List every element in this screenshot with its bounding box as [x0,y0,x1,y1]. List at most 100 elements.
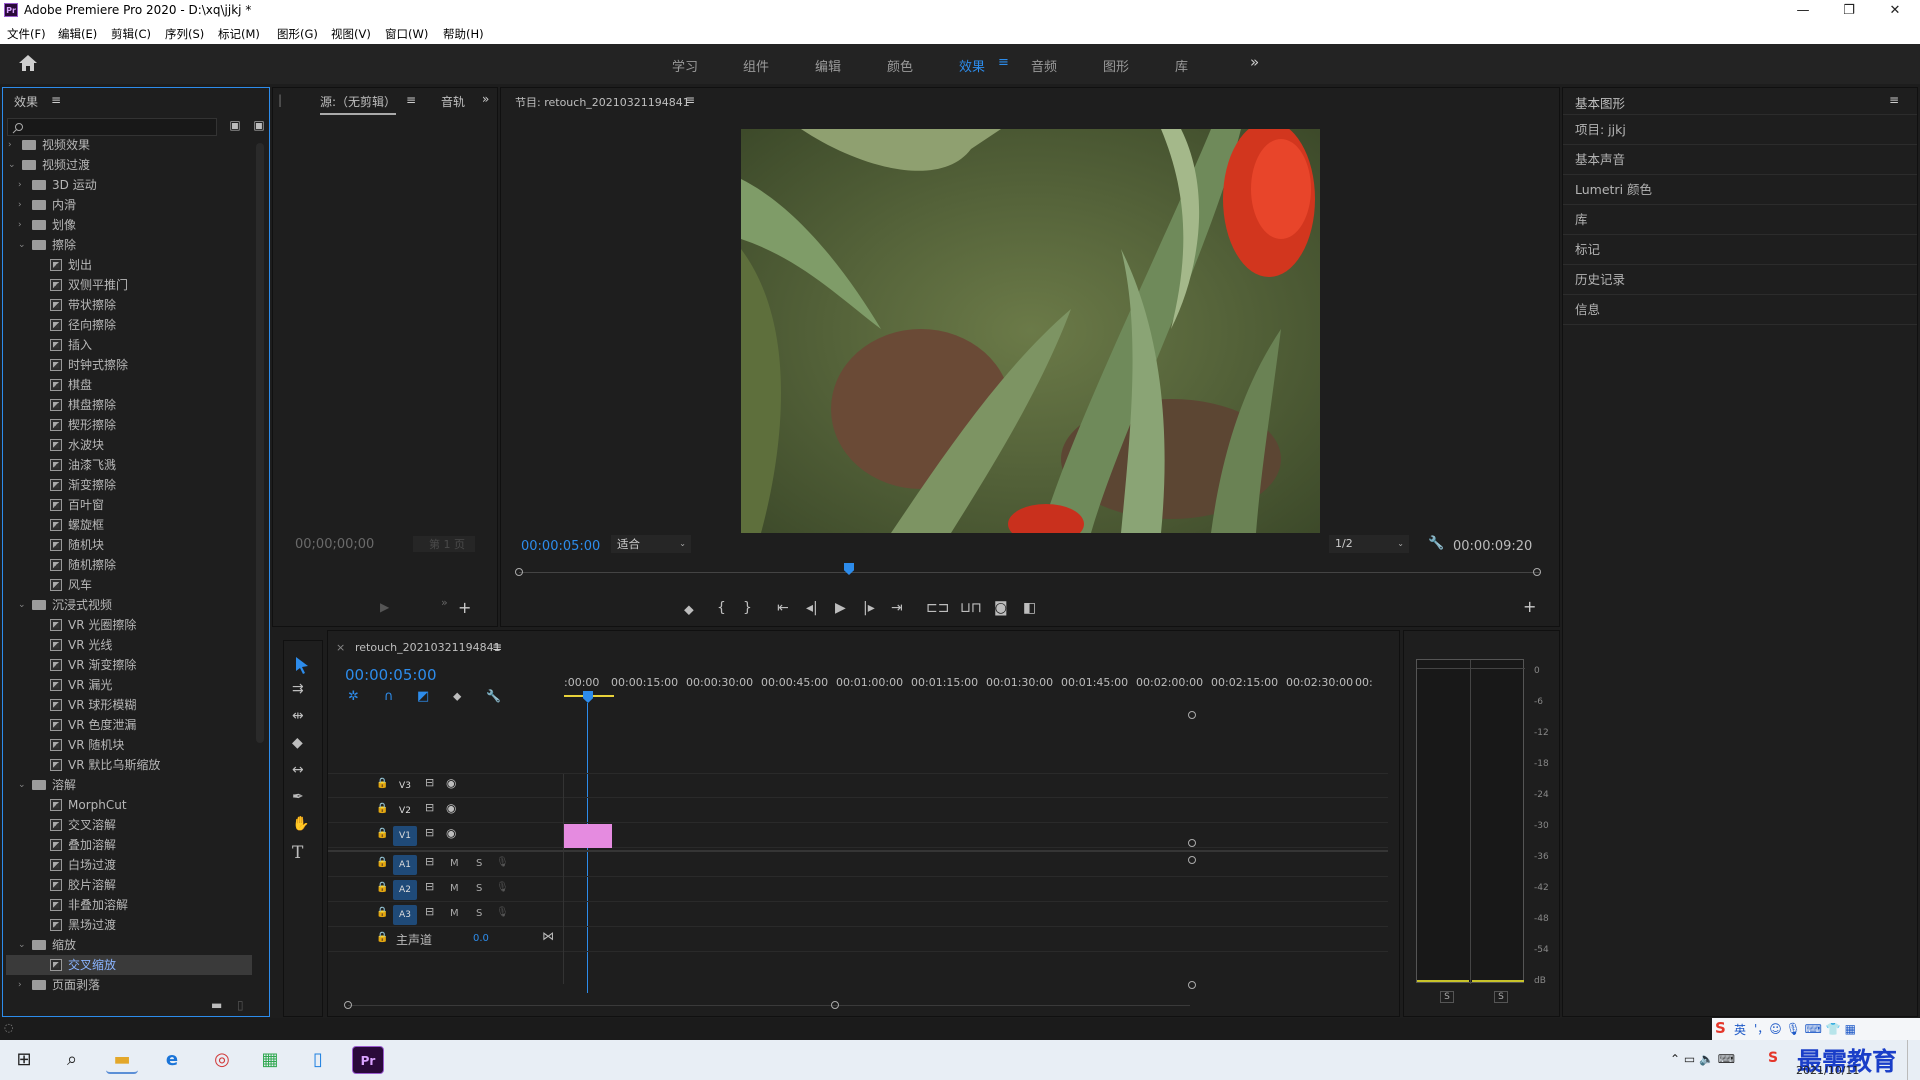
lock-icon[interactable]: 🔒 [376,882,388,893]
vertical-scroll-handle[interactable] [1188,711,1196,719]
more-workspaces-button[interactable]: » [1250,53,1259,71]
add-button-icon[interactable]: + [458,598,471,617]
workspace-menu-icon[interactable]: ≡ [998,55,1009,70]
file-explorer-icon[interactable]: ▬ [106,1046,138,1074]
add-marker-icon[interactable]: ⬥ [453,689,461,704]
tree-folder[interactable]: › 划像 [6,215,252,235]
tree-folder[interactable]: › 3D 运动 [6,175,252,195]
mark-out-icon[interactable]: } [743,600,752,616]
chevron-right-icon[interactable]: › [18,975,28,995]
menu-window[interactable]: 窗口(W) [385,26,428,42]
sogou-tray-icon[interactable]: S [1768,1050,1778,1066]
tree-effect-item[interactable]: VR 默比乌斯缩放 [6,755,252,775]
sync-lock-icon[interactable]: ⊟ [425,855,434,868]
track-label[interactable]: A2 [393,880,417,900]
more-tabs-button[interactable]: » [482,92,489,106]
step-back-icon[interactable]: ◂| [806,600,818,616]
vertical-scroll-handle[interactable] [1188,981,1196,989]
mute-button[interactable]: M [450,908,459,919]
minimize-button[interactable]: — [1780,0,1826,22]
lock-icon[interactable]: 🔒 [376,778,388,789]
add-button-icon[interactable]: + [1523,597,1536,616]
more-controls-icon[interactable]: » [441,596,448,609]
panel-item-info[interactable]: 信息 [1563,295,1917,325]
eye-icon[interactable]: ◉ [446,776,456,790]
panel-item-markers[interactable]: 标记 [1563,235,1917,265]
vertical-scroll-handle[interactable] [1188,856,1196,864]
tree-folder[interactable]: › 内滑 [6,195,252,215]
chevron-down-icon[interactable]: ⌄ [8,155,18,175]
tree-effect-item[interactable]: 螺旋框 [6,515,252,535]
sync-lock-icon[interactable]: ⊟ [425,776,434,789]
lock-icon[interactable]: 🔒 [376,907,388,918]
panel-item-history[interactable]: 历史记录 [1563,265,1917,295]
add-marker-icon[interactable]: ⬥ [684,602,694,618]
source-timecode[interactable]: 00;00;00;00 [295,537,374,552]
panel-item-libraries[interactable]: 库 [1563,205,1917,235]
workspace-tab[interactable]: 学习 [672,56,698,75]
tab-audio-track-mixer[interactable]: 音轨 [441,93,465,110]
chevron-down-icon[interactable]: ⌄ [18,775,28,795]
panel-menu-icon[interactable]: ≡ [51,93,61,107]
step-forward-icon[interactable]: |▸ [863,600,875,616]
master-volume[interactable]: 0.0 [473,933,489,944]
tree-effect-item[interactable]: 棋盘 [6,375,252,395]
workspace-tab[interactable]: 图形 [1103,56,1129,75]
tree-effect-item[interactable]: 渐变擦除 [6,475,252,495]
tree-effect-item[interactable]: 插入 [6,335,252,355]
menu-marker[interactable]: 标记(M) [218,26,260,42]
panel-item-project[interactable]: 项目: jjkj [1563,115,1917,145]
close-tab-icon[interactable]: × [336,641,345,654]
tree-effect-item[interactable]: VR 色度泄漏 [6,715,252,735]
panel-item-lumetri-color[interactable]: Lumetri 颜色 [1563,175,1917,205]
tree-effect-item[interactable]: 叠加溶解 [6,835,252,855]
tree-effect-item[interactable]: 带状擦除 [6,295,252,315]
sync-lock-icon[interactable]: ⊟ [425,801,434,814]
timeline-tab[interactable]: retouch_20210321194841 [355,641,501,654]
solo-button[interactable]: S [476,908,482,919]
play-icon[interactable]: ▶ [835,600,846,616]
home-icon[interactable] [18,54,38,72]
type-tool-icon[interactable]: T [292,843,303,863]
app-icon[interactable]: ◎ [206,1046,238,1074]
fit-select[interactable]: 适合 ⌄ [611,535,691,553]
lock-icon[interactable]: 🔒 [376,932,388,943]
source-page-select[interactable]: 第 1 页 [413,536,475,552]
tree-effect-item[interactable]: 非叠加溶解 [6,895,252,915]
sync-lock-icon[interactable]: ⊟ [425,826,434,839]
tree-effect-item[interactable]: 白场过渡 [6,855,252,875]
ime-tools-icon[interactable]: '，☺ 🎙 ⌨ 👕 ▦ [1754,1020,1856,1037]
tree-effect-item[interactable]: 时钟式擦除 [6,355,252,375]
menu-sequence[interactable]: 序列(S) [165,26,204,42]
tree-effect-item[interactable]: 水波块 [6,435,252,455]
track-select-tool-icon[interactable]: ⇉ [292,681,304,697]
tree-effect-item[interactable]: 百叶窗 [6,495,252,515]
mark-in-icon[interactable]: { [717,600,726,616]
snap-nest-icon[interactable]: ✲ [348,689,359,704]
tree-effect-item[interactable]: VR 球形模糊 [6,695,252,715]
panel-menu-icon[interactable]: ≡ [1889,93,1899,107]
search-icon[interactable]: ⌕ [56,1046,88,1074]
microphone-icon[interactable]: 🎙 [496,857,509,868]
windows-start-icon[interactable]: ⊞ [8,1046,40,1074]
tree-effect-item[interactable]: VR 渐变擦除 [6,655,252,675]
program-timeline-ruler[interactable] [515,566,1545,578]
timeline-timecode[interactable]: 00:00:05:00 [345,666,437,684]
accelerated-effects-icon[interactable]: ▣ [227,118,243,134]
tab-source[interactable]: 源:（无剪辑） [320,93,397,115]
sogou-icon[interactable]: S [1715,1019,1726,1037]
lock-icon[interactable]: 🔒 [376,828,388,839]
solo-button[interactable]: S [476,858,482,869]
track-label[interactable]: V3 [393,776,417,796]
tray-icons[interactable]: ⌃ ▭ 🔈 ⌨ [1670,1052,1735,1066]
ime-toolbar[interactable]: S 英 '，☺ 🎙 ⌨ 👕 ▦ [1712,1018,1920,1040]
chevron-down-icon[interactable]: ⌄ [18,935,28,955]
linked-selection-icon[interactable]: ◩ [417,689,429,704]
tree-folder[interactable]: ⌄ 视频过渡 [6,155,252,175]
hand-tool-icon[interactable]: ✋ [292,816,309,832]
chevron-right-icon[interactable]: › [18,215,28,235]
premiere-taskbar-icon[interactable]: Pr [352,1046,384,1074]
menu-help[interactable]: 帮助(H) [443,26,484,42]
app-icon[interactable]: ▦ [254,1046,286,1074]
comparison-view-icon[interactable]: ◧ [1023,600,1036,616]
